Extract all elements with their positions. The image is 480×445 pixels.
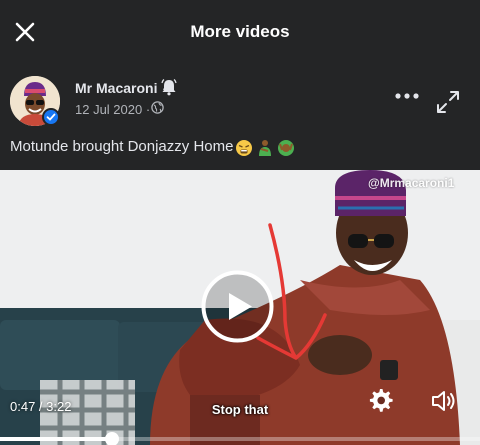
play-icon	[201, 270, 274, 343]
play-button[interactable]	[200, 269, 275, 344]
video-subtitle: Stop that	[211, 402, 269, 417]
more-options-icon	[395, 93, 419, 99]
post-date[interactable]: 12 Jul 2020	[75, 102, 142, 117]
expand-button[interactable]	[434, 88, 462, 116]
follow-notification-button[interactable]	[161, 78, 177, 101]
progress-fill	[0, 437, 112, 441]
time-display: 0:47 / 3:22	[10, 399, 72, 414]
bell-icon	[161, 79, 177, 96]
post-header: Mr Macaroni · 12 Jul 2020 · Motunde brou…	[0, 64, 480, 170]
settings-icon	[369, 389, 393, 412]
expand-icon	[437, 91, 459, 113]
verified-badge-icon	[42, 108, 60, 126]
video-watermark: @Mrmacaroni1	[368, 176, 455, 190]
post-meta: 12 Jul 2020 ·	[75, 102, 150, 117]
tired-face-emoji-icon	[236, 140, 252, 156]
globe-icon	[151, 101, 164, 114]
volume-icon	[432, 391, 455, 411]
page-title: More videos	[190, 22, 290, 41]
author-label: Mr Macaroni	[75, 80, 158, 96]
progress-bar[interactable]	[0, 432, 480, 445]
author-name[interactable]: Mr Macaroni ·	[75, 80, 166, 96]
top-bar: More videos	[0, 0, 480, 64]
date-separator: ·	[145, 102, 151, 117]
progress-knob[interactable]	[104, 432, 119, 445]
settings-button[interactable]	[366, 386, 394, 414]
post-caption: Motunde brought Donjazzy Home	[10, 138, 234, 155]
close-button[interactable]	[10, 17, 40, 47]
person-bowing-emoji-icon	[259, 140, 271, 156]
privacy-indicator	[151, 101, 164, 119]
caption-emojis	[235, 138, 297, 158]
more-options-button[interactable]	[392, 86, 422, 106]
volume-button[interactable]	[430, 387, 458, 415]
person-raising-hands-emoji-icon	[278, 140, 294, 156]
video-player[interactable]: @Mrmacaroni1 Stop that 0:47 / 3:22	[0, 170, 480, 445]
close-icon	[15, 22, 35, 42]
